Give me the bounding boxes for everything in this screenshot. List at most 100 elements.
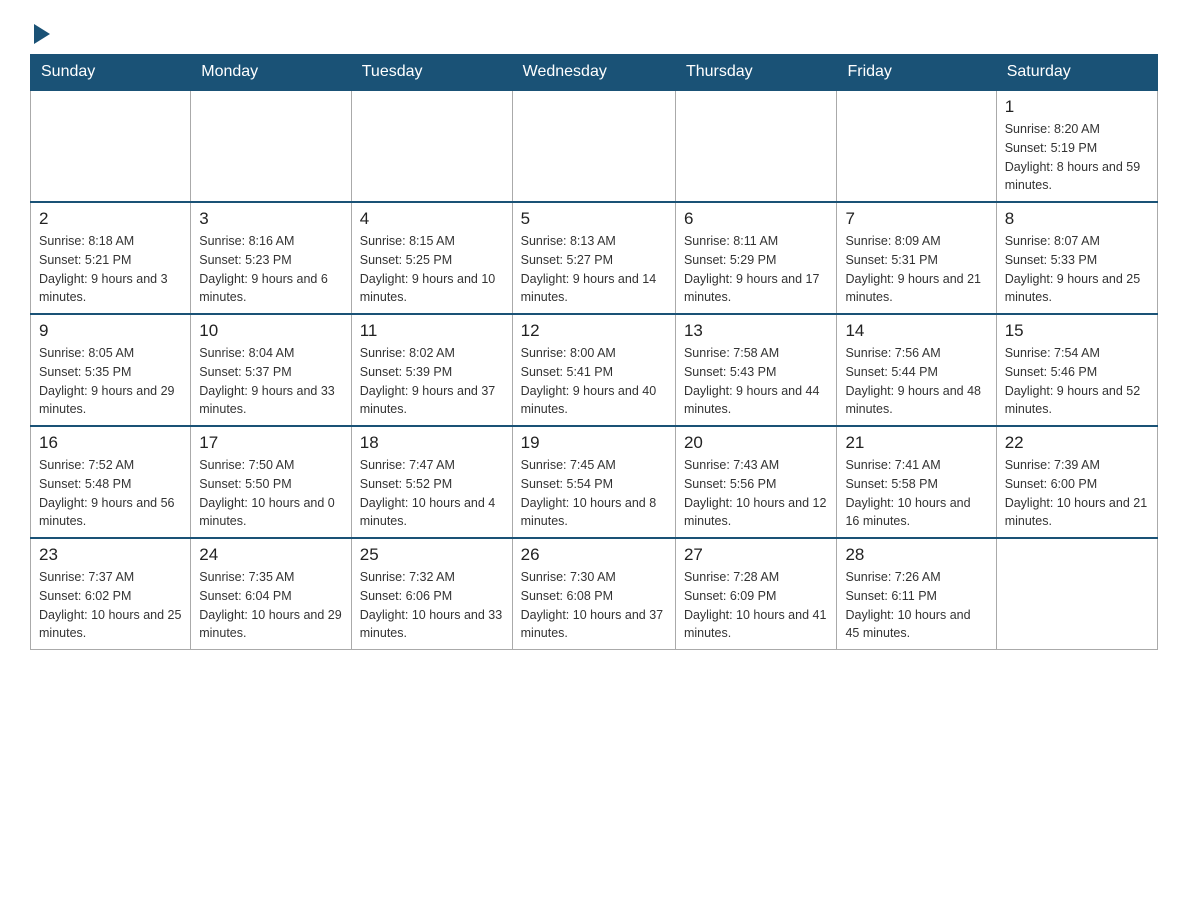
day-info: Sunrise: 8:16 AMSunset: 5:23 PMDaylight:… [199,232,343,307]
day-info: Sunrise: 7:41 AMSunset: 5:58 PMDaylight:… [845,456,987,531]
day-info: Sunrise: 7:37 AMSunset: 6:02 PMDaylight:… [39,568,182,643]
day-number: 1 [1005,97,1149,117]
calendar-cell: 3 Sunrise: 8:16 AMSunset: 5:23 PMDaylight… [191,202,352,314]
day-number: 11 [360,321,504,341]
day-info: Sunrise: 7:26 AMSunset: 6:11 PMDaylight:… [845,568,987,643]
logo [30,20,50,44]
calendar-cell: 8 Sunrise: 8:07 AMSunset: 5:33 PMDaylight… [996,202,1157,314]
day-info: Sunrise: 8:13 AMSunset: 5:27 PMDaylight:… [521,232,667,307]
calendar-cell: 23 Sunrise: 7:37 AMSunset: 6:02 PMDayligh… [31,538,191,650]
calendar-cell [191,90,352,202]
calendar-cell: 6 Sunrise: 8:11 AMSunset: 5:29 PMDaylight… [675,202,837,314]
calendar-cell: 26 Sunrise: 7:30 AMSunset: 6:08 PMDayligh… [512,538,675,650]
calendar-week-3: 9 Sunrise: 8:05 AMSunset: 5:35 PMDaylight… [31,314,1158,426]
day-info: Sunrise: 7:47 AMSunset: 5:52 PMDaylight:… [360,456,504,531]
calendar-cell: 20 Sunrise: 7:43 AMSunset: 5:56 PMDayligh… [675,426,837,538]
calendar-week-4: 16Sunrise: 7:52 AMSunset: 5:48 PMDayligh… [31,426,1158,538]
calendar-cell: 1 Sunrise: 8:20 AMSunset: 5:19 PMDaylight… [996,90,1157,202]
day-number: 14 [845,321,987,341]
day-info: Sunrise: 7:32 AMSunset: 6:06 PMDaylight:… [360,568,504,643]
day-info: Sunrise: 7:28 AMSunset: 6:09 PMDaylight:… [684,568,829,643]
day-info: Sunrise: 8:18 AMSunset: 5:21 PMDaylight:… [39,232,182,307]
day-info: Sunrise: 7:35 AMSunset: 6:04 PMDaylight:… [199,568,343,643]
day-info: Sunrise: 8:05 AMSunset: 5:35 PMDaylight:… [39,344,182,419]
day-number: 10 [199,321,343,341]
day-number: 9 [39,321,182,341]
calendar-cell: 12 Sunrise: 8:00 AMSunset: 5:41 PMDayligh… [512,314,675,426]
calendar-week-1: 1 Sunrise: 8:20 AMSunset: 5:19 PMDaylight… [31,90,1158,202]
day-info: Sunrise: 7:54 AMSunset: 5:46 PMDaylight:… [1005,344,1149,419]
day-info: Sunrise: 7:58 AMSunset: 5:43 PMDaylight:… [684,344,829,419]
calendar-cell: 13 Sunrise: 7:58 AMSunset: 5:43 PMDayligh… [675,314,837,426]
day-info: Sunrise: 8:11 AMSunset: 5:29 PMDaylight:… [684,232,829,307]
calendar-cell [512,90,675,202]
calendar-cell [31,90,191,202]
calendar-week-2: 2 Sunrise: 8:18 AMSunset: 5:21 PMDaylight… [31,202,1158,314]
calendar-cell [996,538,1157,650]
weekday-header-thursday: Thursday [675,55,837,91]
day-number: 5 [521,209,667,229]
day-info: Sunrise: 7:52 AMSunset: 5:48 PMDaylight:… [39,456,182,531]
day-number: 27 [684,545,829,565]
logo-arrow-icon [34,24,50,44]
day-number: 3 [199,209,343,229]
day-number: 17 [199,433,343,453]
day-info: Sunrise: 7:56 AMSunset: 5:44 PMDaylight:… [845,344,987,419]
day-number: 21 [845,433,987,453]
weekday-header-friday: Friday [837,55,996,91]
calendar-cell: 10 Sunrise: 8:04 AMSunset: 5:37 PMDayligh… [191,314,352,426]
calendar-cell: 11 Sunrise: 8:02 AMSunset: 5:39 PMDayligh… [351,314,512,426]
day-number: 7 [845,209,987,229]
calendar-cell [837,90,996,202]
weekday-header-monday: Monday [191,55,352,91]
calendar-cell: 24 Sunrise: 7:35 AMSunset: 6:04 PMDayligh… [191,538,352,650]
weekday-header-tuesday: Tuesday [351,55,512,91]
calendar-cell: 16Sunrise: 7:52 AMSunset: 5:48 PMDayligh… [31,426,191,538]
calendar-cell: 15Sunrise: 7:54 AMSunset: 5:46 PMDayligh… [996,314,1157,426]
weekday-header-sunday: Sunday [31,55,191,91]
calendar-cell: 4 Sunrise: 8:15 AMSunset: 5:25 PMDaylight… [351,202,512,314]
calendar-cell: 7 Sunrise: 8:09 AMSunset: 5:31 PMDaylight… [837,202,996,314]
calendar-cell: 22 Sunrise: 7:39 AMSunset: 6:00 PMDayligh… [996,426,1157,538]
day-number: 24 [199,545,343,565]
calendar-cell: 19 Sunrise: 7:45 AMSunset: 5:54 PMDayligh… [512,426,675,538]
day-info: Sunrise: 7:45 AMSunset: 5:54 PMDaylight:… [521,456,667,531]
day-info: Sunrise: 8:02 AMSunset: 5:39 PMDaylight:… [360,344,504,419]
day-info: Sunrise: 8:09 AMSunset: 5:31 PMDaylight:… [845,232,987,307]
day-info: Sunrise: 8:07 AMSunset: 5:33 PMDaylight:… [1005,232,1149,307]
day-number: 13 [684,321,829,341]
day-number: 20 [684,433,829,453]
day-info: Sunrise: 8:20 AMSunset: 5:19 PMDaylight:… [1005,120,1149,195]
weekday-header-wednesday: Wednesday [512,55,675,91]
day-number: 8 [1005,209,1149,229]
day-info: Sunrise: 7:50 AMSunset: 5:50 PMDaylight:… [199,456,343,531]
day-number: 12 [521,321,667,341]
calendar-cell [675,90,837,202]
calendar-header-row: SundayMondayTuesdayWednesdayThursdayFrid… [31,55,1158,91]
day-number: 6 [684,209,829,229]
day-info: Sunrise: 8:04 AMSunset: 5:37 PMDaylight:… [199,344,343,419]
day-number: 22 [1005,433,1149,453]
calendar-cell: 18 Sunrise: 7:47 AMSunset: 5:52 PMDayligh… [351,426,512,538]
day-number: 18 [360,433,504,453]
calendar-cell: 9 Sunrise: 8:05 AMSunset: 5:35 PMDaylight… [31,314,191,426]
calendar-cell: 27 Sunrise: 7:28 AMSunset: 6:09 PMDayligh… [675,538,837,650]
day-number: 4 [360,209,504,229]
day-info: Sunrise: 7:43 AMSunset: 5:56 PMDaylight:… [684,456,829,531]
calendar-week-5: 23 Sunrise: 7:37 AMSunset: 6:02 PMDayligh… [31,538,1158,650]
day-info: Sunrise: 8:00 AMSunset: 5:41 PMDaylight:… [521,344,667,419]
day-number: 23 [39,545,182,565]
day-info: Sunrise: 7:30 AMSunset: 6:08 PMDaylight:… [521,568,667,643]
day-number: 19 [521,433,667,453]
calendar-cell: 21 Sunrise: 7:41 AMSunset: 5:58 PMDayligh… [837,426,996,538]
calendar-cell: 17 Sunrise: 7:50 AMSunset: 5:50 PMDayligh… [191,426,352,538]
day-info: Sunrise: 7:39 AMSunset: 6:00 PMDaylight:… [1005,456,1149,531]
day-info: Sunrise: 8:15 AMSunset: 5:25 PMDaylight:… [360,232,504,307]
weekday-header-saturday: Saturday [996,55,1157,91]
calendar-cell: 25Sunrise: 7:32 AMSunset: 6:06 PMDayligh… [351,538,512,650]
calendar-cell: 28 Sunrise: 7:26 AMSunset: 6:11 PMDayligh… [837,538,996,650]
day-number: 2 [39,209,182,229]
page-header [30,20,1158,44]
day-number: 26 [521,545,667,565]
day-number: 28 [845,545,987,565]
